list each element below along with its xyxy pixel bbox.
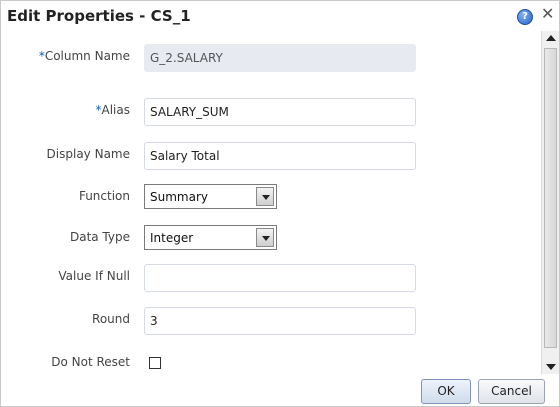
vertical-scrollbar[interactable] [541, 31, 559, 374]
data-type-select[interactable]: Integer [144, 225, 277, 250]
cancel-button[interactable]: Cancel [478, 379, 545, 404]
form-row-function: Function Summary [1, 181, 541, 213]
alias-field[interactable] [144, 98, 416, 126]
do-not-reset-label: Do Not Reset [51, 355, 130, 369]
display-name-field[interactable] [144, 142, 416, 170]
value-if-null-field[interactable] [144, 264, 416, 292]
round-field[interactable] [144, 307, 416, 335]
form-row-round: Round [1, 304, 541, 336]
alias-label: *Alias [95, 103, 130, 117]
close-icon[interactable]: ✕ [541, 6, 554, 22]
do-not-reset-checkbox[interactable] [149, 357, 161, 369]
form-row-display-name: Display Name [1, 139, 541, 171]
form-row-value-if-null: Value If Null [1, 261, 541, 293]
chevron-down-icon[interactable] [256, 228, 274, 247]
scrollbar-thumb[interactable] [544, 48, 557, 348]
scroll-up-icon[interactable] [543, 31, 558, 46]
form-row-alias: *Alias [1, 95, 541, 127]
function-select[interactable]: Summary [144, 184, 277, 209]
ok-button[interactable]: OK [421, 379, 471, 404]
properties-form: *Column Name G_2.SALARY *Alias Display N… [1, 41, 541, 371]
form-row-data-type: Data Type Integer [1, 222, 541, 254]
function-label: Function [78, 189, 130, 203]
edit-properties-dialog: Edit Properties - CS_1 ? ✕ *Column Name … [0, 0, 560, 407]
scroll-down-icon[interactable] [543, 359, 558, 374]
display-name-label: Display Name [46, 147, 130, 161]
help-icon[interactable]: ? [517, 9, 533, 25]
data-type-label: Data Type [69, 230, 130, 244]
data-type-select-value: Integer [150, 231, 194, 245]
form-row-do-not-reset: Do Not Reset [1, 347, 541, 379]
dialog-titlebar: Edit Properties - CS_1 ? ✕ [1, 1, 559, 31]
round-label: Round [92, 312, 130, 326]
value-if-null-label: Value If Null [58, 269, 130, 283]
form-row-column-name: *Column Name G_2.SALARY [1, 41, 541, 73]
chevron-down-icon[interactable] [256, 187, 274, 206]
column-name-field: G_2.SALARY [144, 44, 416, 72]
column-name-label: *Column Name [38, 49, 130, 63]
function-select-value: Summary [150, 190, 208, 204]
dialog-title: Edit Properties - CS_1 [7, 7, 191, 25]
